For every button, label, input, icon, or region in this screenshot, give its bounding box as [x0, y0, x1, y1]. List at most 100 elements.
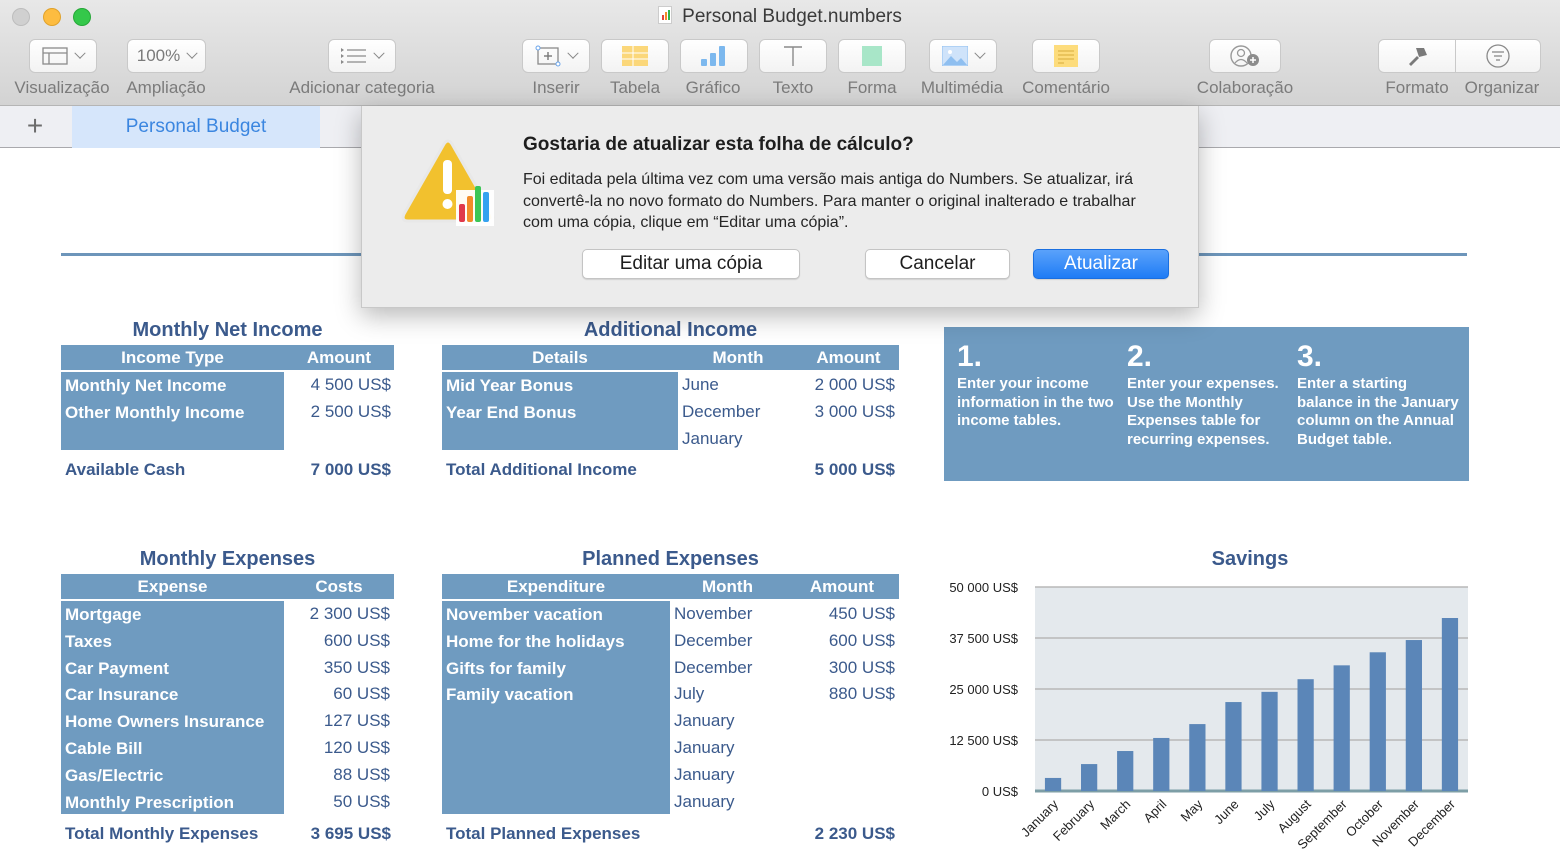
chevron-down-icon	[186, 47, 198, 59]
planned-expenses-table[interactable]: Expenditure Month Amount Total Planned E…	[442, 574, 899, 846]
row-name: Monthly Net Income	[65, 376, 227, 395]
column-header: Month	[702, 577, 753, 596]
additional-income-table[interactable]: Details Month Amount Mid Year Bonus June…	[442, 345, 899, 480]
organize-button[interactable]	[1455, 39, 1541, 73]
dialog-message: Foi editada pela última vez com uma vers…	[523, 171, 1136, 231]
bar-may	[1189, 724, 1206, 791]
window-title-text: Personal Budget.numbers	[682, 6, 902, 27]
additional-income-title: Additional Income	[583, 319, 758, 341]
numbers-document-icon	[658, 6, 673, 24]
row-month: December	[682, 402, 761, 421]
row-amount: 60 US$	[333, 684, 390, 704]
table-header: Income Type Amount	[61, 345, 394, 370]
instruction-step: 3. Enter a starting balance in the Janua…	[1297, 341, 1462, 449]
savings-chart[interactable]: 0 US$ 12 500 US$ 25 000 US$ 37 500 US$ 50 00…	[930, 575, 1490, 865]
x-tick-label: April	[1140, 796, 1169, 825]
bar-january	[1044, 777, 1062, 791]
x-tick-label: June	[1211, 797, 1242, 828]
row-amount: 4 500 US$	[310, 375, 391, 394]
planned-expenses-title: Planned Expenses	[582, 548, 759, 570]
row-amount: 127 US$	[323, 711, 390, 731]
sheet-tab-personal-budget[interactable]: Personal Budget	[72, 106, 320, 148]
bar-august	[1297, 679, 1314, 791]
window-title: Personal Budget.numbers	[0, 6, 1560, 28]
step-number: 2.	[1127, 340, 1153, 373]
column-header: Amount	[809, 577, 875, 596]
total-value: 3 695 US$	[310, 824, 391, 843]
total-label: Total Additional Income	[446, 460, 637, 479]
edit-copy-button[interactable]: Editar uma cópia	[582, 249, 800, 279]
add-sheet-button[interactable]: +	[22, 112, 48, 140]
insert-plus-icon	[535, 45, 561, 67]
zoom-select[interactable]: 100%	[127, 39, 206, 73]
warning-numbers-icon	[401, 139, 495, 226]
step-number: 3.	[1297, 340, 1323, 373]
update-spreadsheet-dialog: Gostaria de atualizar esta folha de cálc…	[361, 106, 1199, 308]
y-tick-label: 0 US$	[982, 784, 1019, 799]
row-name: Gas/Electric	[65, 765, 164, 785]
row-amount: 600 US$	[323, 630, 390, 650]
text-button[interactable]	[759, 39, 827, 73]
y-tick-label: 25 000 US$	[949, 682, 1018, 697]
plus-icon: +	[26, 110, 44, 141]
row-name: Family vacation	[446, 685, 574, 705]
organize-label: Organizar	[1464, 78, 1540, 97]
list-category-icon	[341, 48, 366, 64]
cancel-button[interactable]: Cancelar	[865, 249, 1010, 279]
row-amount: 2 300 US$	[309, 604, 390, 623]
bar-october	[1369, 652, 1386, 791]
media-button[interactable]	[929, 39, 997, 73]
total-value: 5 000 US$	[814, 460, 895, 479]
format-button[interactable]	[1378, 39, 1456, 73]
table-icon	[622, 46, 648, 66]
add-category-button[interactable]	[328, 39, 396, 73]
bar-april	[1153, 737, 1170, 791]
bar-chart-icon	[701, 46, 725, 66]
view-layout-icon	[42, 47, 68, 65]
x-tick-label: May	[1178, 796, 1206, 824]
comment-button[interactable]	[1032, 39, 1100, 73]
row-month: January	[674, 738, 735, 757]
column-header: Amount	[816, 348, 881, 367]
insert-button[interactable]	[522, 39, 590, 73]
text-label: Texto	[772, 78, 814, 97]
row-amount: 600 US$	[828, 630, 895, 650]
chart-title: Savings	[1211, 548, 1289, 570]
row-amount: 880 US$	[828, 684, 895, 704]
dialog-title: Gostaria de atualizar esta folha de cálc…	[523, 134, 914, 155]
table-header: Details Month Amount	[442, 345, 899, 370]
row-name: Car Insurance	[65, 685, 179, 705]
row-month: November	[674, 604, 753, 623]
instruction-step: 2. Enter your expenses. Use the Monthly …	[1127, 341, 1292, 449]
row-amount: 120 US$	[323, 738, 390, 757]
row-amount: 50 US$	[333, 791, 390, 811]
row-month: December	[674, 657, 753, 677]
shape-button[interactable]	[838, 39, 906, 73]
table-button[interactable]	[601, 39, 669, 73]
insert-label: Inserir	[532, 78, 580, 97]
row-month: December	[674, 630, 753, 650]
row-name: Home for the holidays	[446, 631, 625, 651]
row-name: November vacation	[446, 605, 603, 624]
update-button[interactable]: Atualizar	[1033, 249, 1169, 279]
row-name: Home Owners Insurance	[65, 712, 265, 732]
row-amount: 350 US$	[323, 657, 390, 677]
bar-march	[1117, 751, 1134, 791]
bar-july	[1261, 691, 1278, 791]
add-category-label: Adicionar categoria	[289, 78, 435, 97]
column-header: Costs	[315, 577, 363, 596]
instructions-box: 1. Enter your income information in the …	[944, 327, 1469, 481]
monthly-net-income-table[interactable]: Income Type Amount Monthly Net Income 4 …	[61, 345, 394, 480]
chart-button[interactable]	[680, 39, 748, 73]
step-text: Enter your income information in the two…	[957, 375, 1114, 429]
view-button[interactable]	[29, 39, 97, 73]
column-header: Details	[532, 348, 588, 367]
collaborate-button[interactable]	[1209, 39, 1281, 73]
media-label: Multimédia	[920, 78, 1004, 97]
row-month: June	[682, 375, 719, 394]
row-month: January	[674, 711, 735, 731]
monthly-expenses-table[interactable]: Expense Costs Total Monthly Expenses 3 6…	[61, 574, 394, 846]
row-month: January	[674, 764, 735, 784]
row-amount: 3 000 US$	[814, 402, 895, 421]
column-header: Amount	[306, 348, 372, 367]
